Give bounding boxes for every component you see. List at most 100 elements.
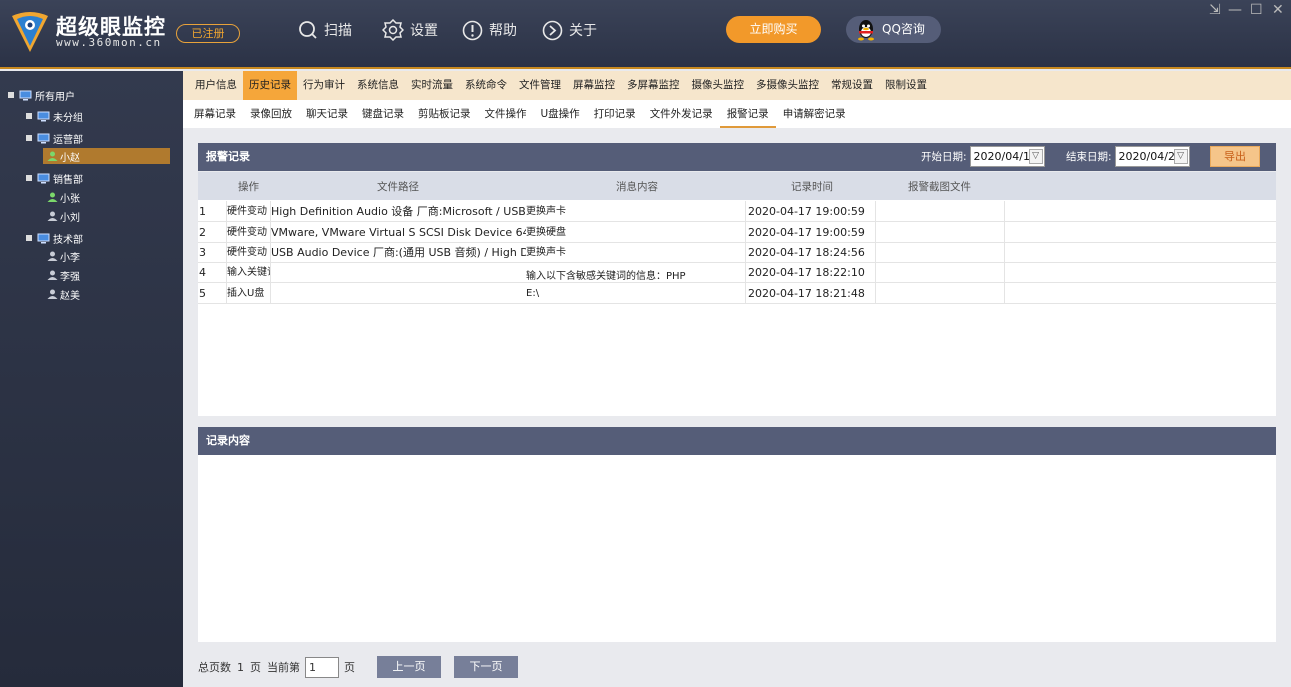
window-maximize-button[interactable]: ☐	[1250, 2, 1263, 18]
tab-chat-records[interactable]: 聊天记录	[299, 100, 355, 128]
qq-consult-button[interactable]: QQ咨询	[846, 16, 941, 43]
row-number: 5	[198, 283, 227, 304]
next-page-button[interactable]: 下一页	[454, 656, 518, 678]
tree-user-label: 小刘	[60, 212, 80, 224]
row-screenshot	[876, 262, 1005, 283]
tab-print-records[interactable]: 打印记录	[587, 100, 643, 128]
table-row[interactable]: 1 硬件变动 High Definition Audio 设备 厂商:Micro…	[198, 201, 1276, 222]
nav-help[interactable]: 帮助	[462, 16, 517, 44]
nav-settings[interactable]: 设置	[382, 16, 438, 44]
col-record-time[interactable]: 记录时间	[791, 179, 833, 194]
menu-behavior-audit[interactable]: 行为审计	[297, 71, 351, 100]
collapse-icon[interactable]	[26, 135, 32, 141]
current-page-input[interactable]: 1	[305, 656, 339, 678]
tree-root[interactable]: 所有用户	[8, 87, 75, 103]
col-message[interactable]: 消息内容	[616, 179, 658, 194]
table-row[interactable]: 2 硬件变动 VMware, VMware Virtual S SCSI Dis…	[198, 222, 1276, 243]
computer-icon	[37, 173, 50, 183]
tree-root-label: 所有用户	[35, 91, 75, 103]
col-operation[interactable]: 操作	[238, 179, 259, 194]
col-screenshot-file[interactable]: 报警截图文件	[908, 179, 971, 194]
table-row[interactable]: 3 硬件变动 USB Audio Device 厂商:(通用 USB 音频) /…	[198, 242, 1276, 263]
collapse-icon[interactable]	[26, 175, 32, 181]
collapse-icon[interactable]	[8, 92, 14, 98]
row-screenshot	[876, 222, 1005, 243]
alarm-table-body: 1 硬件变动 High Definition Audio 设备 厂商:Micro…	[198, 200, 1276, 416]
nav-about[interactable]: 关于	[542, 16, 597, 44]
row-file-path: High Definition Audio 设备 厂商:Microsoft / …	[271, 205, 526, 218]
export-button[interactable]: 导出	[1210, 146, 1260, 167]
row-operation: 硬件变动	[227, 201, 271, 222]
record-content-area[interactable]	[198, 455, 1276, 642]
buy-now-button[interactable]: 立即购买	[726, 16, 821, 43]
about-icon	[542, 20, 563, 40]
tree-group-operations[interactable]: 运营部	[26, 130, 83, 146]
tab-decrypt-requests[interactable]: 申请解密记录	[776, 100, 853, 128]
tree-group-label: 销售部	[53, 174, 83, 186]
history-submenu: 屏幕记录 录像回放 聊天记录 键盘记录 剪贴板记录 文件操作 U盘操作 打印记录…	[183, 100, 1291, 128]
menu-file-manager[interactable]: 文件管理	[513, 71, 567, 100]
collapse-icon[interactable]	[26, 113, 32, 119]
tree-group-label: 未分组	[53, 112, 83, 124]
tree-group-sales[interactable]: 销售部	[26, 170, 83, 186]
menu-realtime-traffic[interactable]: 实时流量	[405, 71, 459, 100]
tree-group-label: 技术部	[53, 234, 83, 246]
row-number: 1	[198, 201, 227, 222]
nav-help-label: 帮助	[489, 23, 517, 39]
tree-user-zhaomei[interactable]: 赵美	[47, 286, 80, 302]
tree-group-tech[interactable]: 技术部	[26, 230, 83, 246]
nav-scan[interactable]: 扫描	[298, 16, 352, 44]
tab-video-playback[interactable]: 录像回放	[243, 100, 299, 128]
menu-general-settings[interactable]: 常规设置	[825, 71, 879, 100]
user-offline-icon	[47, 251, 58, 261]
end-date-picker[interactable]: 2020/04/23 ▽	[1114, 146, 1190, 167]
end-date-label: 结束日期:	[1066, 151, 1112, 163]
menu-multi-screen[interactable]: 多屏幕监控	[621, 71, 686, 100]
tab-screen-records[interactable]: 屏幕记录	[187, 100, 243, 128]
row-operation: 插入U盘	[227, 283, 271, 304]
menu-system-command[interactable]: 系统命令	[459, 71, 513, 100]
user-icon	[47, 192, 58, 202]
table-row[interactable]: 4 输入关键词 输入以下含敏感关键词的信息：PHP 2020-04-17 18:…	[198, 262, 1276, 283]
tree-user-liqiang[interactable]: 李强	[47, 267, 80, 283]
window-restore-button[interactable]: ⇲	[1209, 2, 1221, 18]
row-number: 2	[198, 222, 227, 243]
chevron-down-icon[interactable]: ▽	[1173, 149, 1188, 164]
tab-clipboard-records[interactable]: 剪贴板记录	[411, 100, 478, 128]
tab-keyboard-records[interactable]: 键盘记录	[355, 100, 411, 128]
start-date-picker[interactable]: 2020/04/10 ▽	[969, 146, 1045, 167]
end-date-filter: 结束日期: 2020/04/23 ▽	[1066, 146, 1190, 167]
window-minimize-button[interactable]: —	[1228, 2, 1242, 18]
tree-user-xiaozhang[interactable]: 小张	[47, 189, 80, 205]
chevron-down-icon[interactable]: ▽	[1028, 149, 1043, 164]
row-number: 3	[198, 242, 227, 263]
tree-user-xiaozhao[interactable]: 小赵	[43, 148, 170, 164]
menu-screen-monitor[interactable]: 屏幕监控	[567, 71, 621, 100]
col-file-path[interactable]: 文件路径	[377, 179, 419, 194]
tree-group-unassigned[interactable]: 未分组	[26, 108, 83, 124]
menu-multi-camera[interactable]: 多摄像头监控	[750, 71, 825, 100]
menu-history[interactable]: 历史记录	[243, 71, 297, 100]
menu-camera[interactable]: 摄像头监控	[686, 71, 751, 100]
tree-user-label: 小张	[60, 193, 80, 205]
menu-user-info[interactable]: 用户信息	[189, 71, 243, 100]
user-icon	[47, 151, 58, 161]
tab-file-operations[interactable]: 文件操作	[478, 100, 534, 128]
nav-about-label: 关于	[569, 23, 597, 39]
menu-system-info[interactable]: 系统信息	[351, 71, 405, 100]
row-file-path: VMware, VMware Virtual S SCSI Disk Devic…	[271, 226, 526, 239]
help-icon	[462, 20, 483, 40]
tree-user-label: 小李	[60, 252, 80, 264]
collapse-icon[interactable]	[26, 235, 32, 241]
table-row[interactable]: 5 插入U盘 E:\ 2020-04-17 18:21:48	[198, 283, 1276, 304]
tab-file-outbound[interactable]: 文件外发记录	[643, 100, 720, 128]
prev-page-button[interactable]: 上一页	[377, 656, 441, 678]
tab-usb-operations[interactable]: U盘操作	[534, 100, 587, 128]
tab-alarm-records[interactable]: 报警记录	[719, 100, 776, 128]
computer-icon	[37, 133, 50, 143]
tree-user-xiaoli[interactable]: 小李	[47, 248, 80, 264]
window-close-button[interactable]: ✕	[1272, 2, 1284, 18]
tree-user-xiaoliu[interactable]: 小刘	[47, 208, 80, 224]
app-header: 超级眼监控 www.360mon.cn 已注册 扫描 设置 帮助 关于 立即购买…	[0, 0, 1291, 69]
menu-restriction-settings[interactable]: 限制设置	[879, 71, 933, 100]
